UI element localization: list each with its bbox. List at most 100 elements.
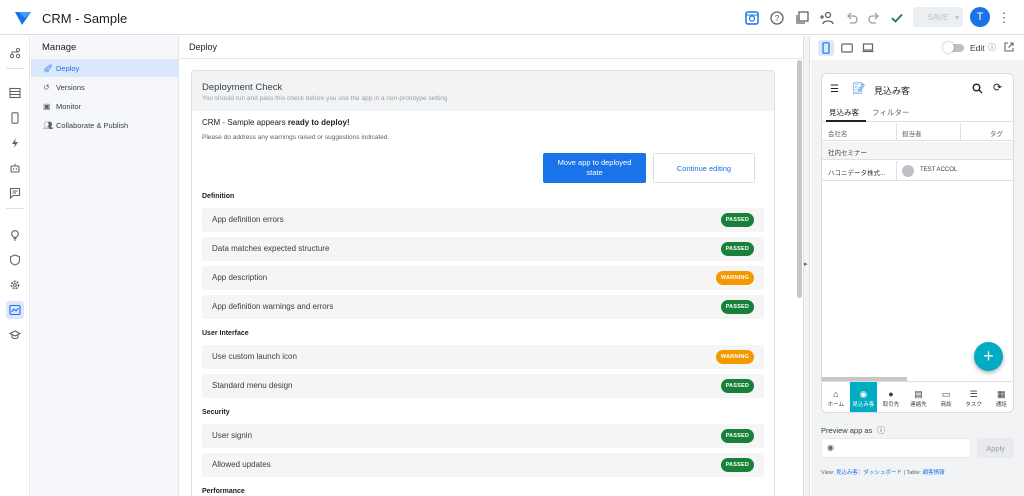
nav-leads[interactable]: ◉ 見込み客 [849, 382, 878, 412]
tab-filter[interactable]: フィルター [872, 107, 909, 118]
manage-title: Manage [42, 42, 77, 53]
tablet-device-icon[interactable] [839, 40, 855, 56]
check-row[interactable]: Standard menu design PASSED [202, 374, 764, 398]
search-icon[interactable] [972, 83, 983, 97]
nav-tasks[interactable]: ☰ タスク [960, 382, 988, 412]
nav-item-versions[interactable]: ↺ Versions [31, 78, 179, 96]
column-divider [960, 123, 961, 141]
bottom-nav: ⌂ ホーム ◉ 見込み客 ● 取引先 ▤ 連絡先 ▭ 商談 ☰ タスク ▦ 通話 [822, 381, 1013, 412]
phone-tabs: 見込み客 フィルター [822, 104, 1013, 122]
phone-preview: ☰ 📝︎ 見込み客 ⟳ 見込み客 フィルター 会社名 担当者 タグ 社内セミナー… [821, 73, 1014, 413]
add-fab-button[interactable]: + [974, 342, 1003, 371]
data-table-icon[interactable] [6, 84, 24, 102]
column-divider [896, 123, 897, 141]
section-title: Performance [202, 488, 245, 495]
check-icon [888, 9, 906, 27]
move-to-deployed-button[interactable]: Move app to deployed state [543, 153, 646, 183]
actions-bolt-icon[interactable] [6, 134, 24, 152]
nav-label: タスク [965, 401, 982, 408]
group-header[interactable]: 社内セミナー [822, 142, 1013, 160]
settings-gear-icon[interactable] [6, 276, 24, 294]
check-label: Data matches expected structure [212, 244, 330, 253]
deploy-scrollbar[interactable] [797, 60, 802, 298]
info-icon[interactable]: ⓘ [877, 425, 885, 436]
chat-apps-icon[interactable] [6, 184, 24, 202]
section-title: Definition [202, 193, 235, 200]
nav-accounts[interactable]: ● 取引先 [877, 382, 905, 412]
person-cell: TEST ACCOL [920, 167, 958, 173]
column-header[interactable]: タグ [990, 128, 1003, 138]
nav-contacts[interactable]: ▤ 連絡先 [905, 382, 933, 412]
view-label: View: [821, 470, 835, 476]
user-avatar[interactable]: T [970, 7, 990, 27]
info-icon[interactable]: ⓘ [988, 42, 996, 53]
desktop-device-icon[interactable] [860, 40, 876, 56]
nav-item-monitor[interactable]: ▣ Monitor [31, 97, 179, 115]
check-label: App description [212, 273, 268, 282]
flow-icon[interactable] [6, 44, 24, 62]
check-row[interactable]: Allowed updates PASSED [202, 453, 764, 477]
continue-editing-button[interactable]: Continue editing [653, 153, 755, 183]
automation-icon[interactable] [6, 159, 24, 177]
check-row[interactable]: App description WARNING [202, 266, 764, 290]
mobile-views-icon[interactable] [6, 109, 24, 127]
check-label: App definition warnings and errors [212, 302, 334, 311]
nav-calls[interactable]: ▦ 通話 [987, 382, 1013, 412]
preview-toggle-icon[interactable] [743, 9, 761, 27]
undo-icon[interactable] [843, 9, 861, 27]
nav-home[interactable]: ⌂ ホーム [822, 382, 850, 412]
column-header[interactable]: 会社名 [828, 128, 848, 138]
deploy-content: Deployment Check You should run and pass… [180, 60, 802, 496]
table-link[interactable]: 顧客情報 [923, 470, 945, 476]
check-row[interactable]: User signin PASSED [202, 424, 764, 448]
learn-icon[interactable] [6, 326, 24, 344]
table-row[interactable]: ハコニデータ株式... TEST ACCOL [822, 161, 1013, 181]
appsheet-logo-icon[interactable] [14, 10, 32, 26]
redo-icon[interactable] [865, 9, 883, 27]
more-options-icon[interactable]: ⋮ [998, 9, 1011, 27]
help-icon[interactable]: ? [768, 9, 786, 27]
hamburger-menu-icon[interactable]: ☰ [830, 84, 839, 95]
account-circle-icon: ◉ [827, 443, 834, 452]
check-label: Allowed updates [212, 460, 271, 469]
collapse-arrow-icon[interactable]: ▸ [804, 260, 808, 268]
edit-toggle[interactable] [943, 42, 964, 53]
deployment-check-subtitle: You should run and pass this check befor… [202, 95, 448, 102]
app-title: CRM - Sample [42, 11, 128, 26]
check-row[interactable]: App definition warnings and errors PASSE… [202, 295, 764, 319]
nav-deals[interactable]: ▭ 商談 [932, 382, 960, 412]
check-row[interactable]: Use custom launch icon WARNING [202, 345, 764, 369]
mobile-device-icon[interactable] [818, 40, 834, 56]
edit-label: Edit [970, 43, 985, 53]
status-badge: PASSED [720, 300, 754, 314]
share-person-icon[interactable] [818, 9, 836, 27]
preview-panel: Edit ⓘ ☰ 📝︎ 見込み客 ⟳ 見込み客 フィルター 会社名 担当者 タグ… [811, 36, 1024, 496]
open-external-icon[interactable] [1004, 42, 1014, 54]
ready-status: CRM - Sample appears ready to deploy! [202, 118, 350, 127]
group-label: 社内セミナー [828, 150, 867, 157]
view-link[interactable]: 見込み客：ダッシュボード [836, 470, 902, 476]
manage-icon[interactable] [6, 301, 24, 319]
preview-as-input[interactable]: ◉ [821, 438, 971, 458]
copy-app-icon[interactable] [793, 9, 811, 27]
nav-item-collaborate[interactable]: 👥︎ Collaborate & Publish [31, 116, 179, 134]
chat-icon: ▭ [941, 388, 951, 399]
check-row[interactable]: App definition errors PASSED [202, 208, 764, 232]
check-label: App definition errors [212, 215, 284, 224]
intelligence-bulb-icon[interactable] [6, 226, 24, 244]
column-header[interactable]: 担当者 [902, 128, 922, 138]
page-title: Deploy [189, 42, 218, 52]
check-row[interactable]: Data matches expected structure PASSED [202, 237, 764, 261]
refresh-icon[interactable]: ⟳ [993, 81, 1002, 94]
tab-leads[interactable]: 見込み客 [829, 107, 859, 118]
status-badge: PASSED [720, 379, 754, 393]
deploy-header: Deploy [180, 36, 802, 59]
company-cell: ハコニデータ株式... [828, 170, 886, 177]
apply-button[interactable]: Apply [977, 438, 1014, 458]
save-dropdown-icon[interactable]: ▾ [951, 7, 963, 27]
nav-item-deploy[interactable]: 🚀︎ Deploy [31, 59, 179, 77]
security-shield-icon[interactable] [6, 251, 24, 269]
deployment-check-card: Deployment Check You should run and pass… [191, 70, 775, 496]
section-title: User Interface [202, 330, 249, 337]
status-badge: PASSED [720, 429, 754, 443]
